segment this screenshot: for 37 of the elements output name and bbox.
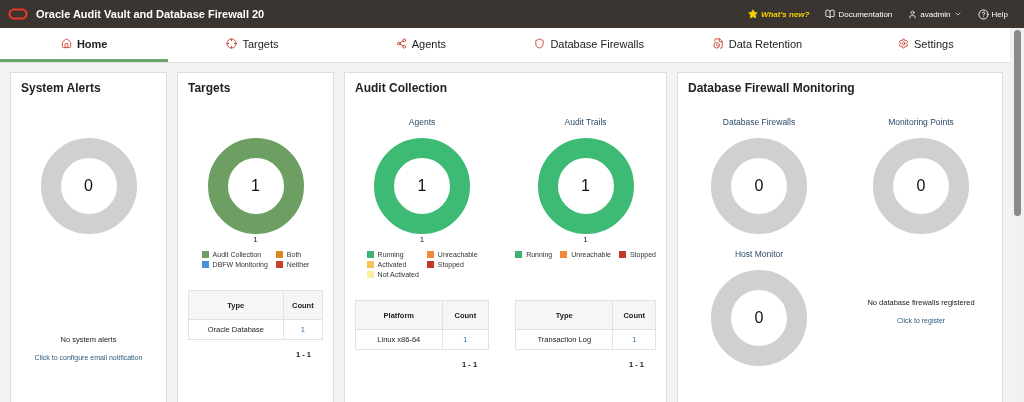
donut-caption: 1	[582, 235, 589, 244]
card-title: Database Firewall Monitoring	[688, 81, 856, 95]
book-icon	[825, 9, 836, 19]
user-icon	[908, 9, 918, 19]
help-icon	[977, 8, 989, 20]
card-title: Targets	[188, 81, 232, 95]
donut-value: 0	[84, 177, 93, 195]
chart-subtitle: Audit Trails	[563, 117, 608, 127]
chart-subtitle: Monitoring Points	[887, 117, 955, 127]
donut-value: 1	[251, 177, 260, 195]
document-icon	[712, 38, 724, 49]
network-icon	[395, 38, 407, 49]
donut-value: 0	[754, 177, 764, 195]
header-link[interactable]: Help	[977, 8, 1008, 20]
donut-value: 0	[916, 177, 926, 195]
donut-caption: 1	[252, 235, 259, 244]
shield-icon	[534, 38, 546, 49]
donut-value: 0	[754, 309, 764, 327]
settings-icon	[897, 38, 909, 49]
chart-subtitle: Agents	[407, 117, 437, 127]
donut-value: 1	[581, 177, 590, 195]
oracle-logo	[8, 8, 28, 20]
star-icon	[747, 9, 758, 19]
app-title: Oracle Audit Vault and Database Firewall 20	[36, 8, 266, 20]
chart-subtitle: Database Firewalls	[721, 117, 797, 127]
header-link[interactable]: What's new?	[747, 9, 810, 19]
donut-caption: 1	[418, 235, 426, 244]
chart-subtitle: Host Monitor	[733, 249, 785, 259]
caret-icon	[953, 10, 962, 18]
home-icon	[60, 38, 72, 49]
scrollbar[interactable]	[1010, 28, 1024, 402]
card-title: Audit Collection	[355, 81, 448, 95]
user-menu[interactable]: avadmin	[908, 9, 962, 19]
header-link[interactable]: Documentation	[825, 9, 893, 19]
card-title: System Alerts	[21, 81, 102, 95]
crosshair-icon	[226, 38, 238, 49]
donut-value: 1	[417, 177, 427, 195]
